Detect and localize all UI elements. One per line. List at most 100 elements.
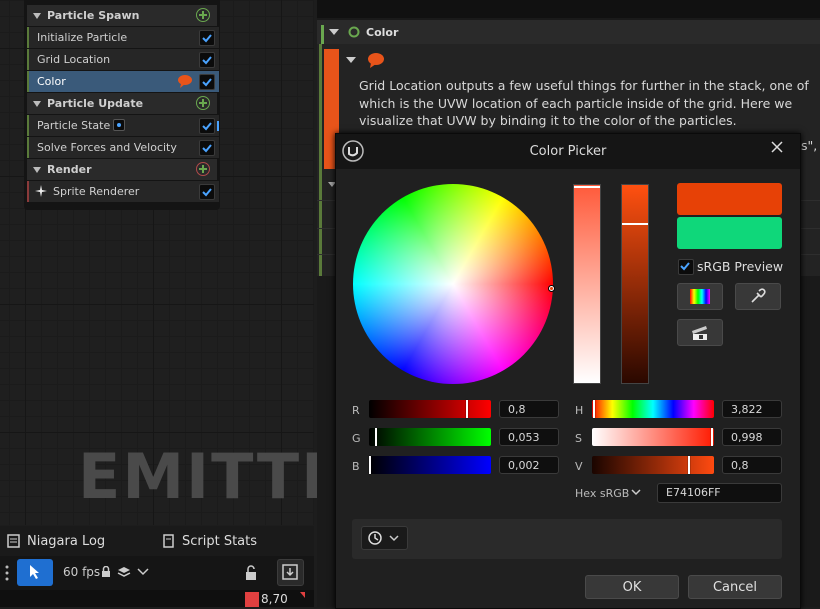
- eyedropper-button[interactable]: [735, 283, 781, 310]
- emitter-node: Particle Spawn Initialize Particle Grid …: [24, 0, 220, 210]
- collapse-arrow-icon[interactable]: [33, 101, 41, 107]
- slider-marker[interactable]: [688, 456, 690, 474]
- block-accent-lower: [319, 178, 322, 276]
- tab-script-stats[interactable]: Script Stats: [182, 534, 257, 549]
- enable-checkbox[interactable]: [199, 52, 215, 68]
- collapse-arrow-icon[interactable]: [33, 167, 41, 173]
- module-label: Grid Location: [37, 53, 111, 66]
- value-slider[interactable]: [621, 184, 649, 384]
- section-color-header[interactable]: Color: [317, 20, 820, 44]
- saturation-field-slider[interactable]: [592, 428, 714, 446]
- check-icon: [202, 56, 212, 65]
- color-theme-icon: [692, 326, 707, 340]
- eyedropper-icon: [751, 288, 766, 303]
- old-color-swatch[interactable]: [677, 217, 782, 249]
- dialog-title-bar[interactable]: Color Picker: [336, 134, 800, 169]
- enable-checkbox[interactable]: [199, 74, 215, 90]
- recent-colors-panel: [352, 519, 782, 559]
- comment-icon[interactable]: [177, 74, 193, 88]
- red-slider[interactable]: [369, 400, 491, 418]
- comment-icon: [368, 53, 384, 68]
- v-label: V: [575, 460, 583, 473]
- options-menu-icon[interactable]: [4, 564, 10, 582]
- collapse-arrow-icon[interactable]: [329, 29, 339, 36]
- green-field[interactable]: 0,053: [499, 428, 559, 446]
- value-field[interactable]: 0,8: [722, 456, 782, 474]
- section-particle-spawn[interactable]: Particle Spawn: [27, 5, 217, 26]
- saturation-marker[interactable]: [574, 186, 600, 188]
- value-field-slider[interactable]: [592, 456, 714, 474]
- module-particle-state[interactable]: Particle State: [27, 115, 219, 136]
- g-label: G: [352, 432, 361, 445]
- collapse-arrow-icon[interactable]: [346, 57, 356, 64]
- slider-marker[interactable]: [711, 428, 713, 446]
- sprite-icon: [35, 185, 47, 197]
- add-renderer-icon[interactable]: [196, 162, 210, 176]
- b-label: B: [352, 460, 360, 473]
- chevron-down-icon[interactable]: [631, 489, 641, 496]
- enable-checkbox[interactable]: [199, 140, 215, 156]
- saturation-slider[interactable]: [573, 184, 601, 384]
- module-initialize-particle[interactable]: Initialize Particle: [27, 27, 219, 48]
- section-particle-update[interactable]: Particle Update: [27, 93, 217, 114]
- download-icon: [282, 564, 298, 580]
- color-picker-dialog: Color Picker sRGB Preview R 0,8 G 0,053 …: [335, 133, 801, 609]
- blue-field[interactable]: 0,002: [499, 456, 559, 474]
- module-status-icon: [348, 26, 360, 38]
- enable-checkbox[interactable]: [199, 118, 215, 134]
- module-solve-forces[interactable]: Solve Forces and Velocity: [27, 137, 219, 158]
- hex-mode-label[interactable]: Hex sRGB: [575, 487, 629, 500]
- red-field[interactable]: 0,8: [499, 400, 559, 418]
- color-wheel[interactable]: [353, 184, 553, 384]
- enable-checkbox[interactable]: [199, 30, 215, 46]
- saturation-field[interactable]: 0,998: [722, 428, 782, 446]
- ok-button[interactable]: OK: [585, 575, 679, 599]
- module-label: Solve Forces and Velocity: [37, 141, 177, 154]
- module-grid-location[interactable]: Grid Location: [27, 49, 219, 70]
- slider-marker[interactable]: [375, 428, 377, 446]
- module-label: Color: [37, 75, 66, 88]
- stat-color-swatch: [245, 592, 259, 607]
- value-marker[interactable]: [622, 223, 648, 225]
- collapse-arrow-icon[interactable]: [33, 13, 41, 19]
- hue-slider[interactable]: [592, 400, 714, 418]
- color-spectrum-button[interactable]: [677, 283, 723, 310]
- hex-field[interactable]: E74106FF: [657, 483, 782, 503]
- srgb-preview-checkbox[interactable]: [678, 259, 694, 275]
- color-wheel-selector[interactable]: [548, 285, 555, 292]
- srgb-preview-label: sRGB Preview: [697, 259, 784, 274]
- download-button[interactable]: [277, 559, 304, 586]
- module-sprite-renderer[interactable]: Sprite Renderer: [27, 181, 219, 202]
- select-mode-button[interactable]: [17, 559, 53, 586]
- lock-icon[interactable]: [101, 566, 111, 578]
- theme-button[interactable]: [677, 319, 723, 346]
- layers-icon[interactable]: [117, 566, 131, 578]
- new-color-swatch: [677, 183, 782, 215]
- comment-text: Grid Location outputs a few useful thing…: [359, 78, 809, 128]
- history-dropdown[interactable]: [361, 526, 408, 550]
- slider-marker[interactable]: [369, 456, 371, 474]
- module-color[interactable]: Color: [27, 71, 219, 92]
- check-icon: [680, 262, 690, 271]
- slider-marker[interactable]: [466, 400, 468, 418]
- check-icon: [202, 144, 212, 153]
- spectrum-icon: [690, 289, 710, 304]
- tab-niagara-log[interactable]: Niagara Log: [27, 534, 105, 549]
- check-icon: [202, 78, 212, 87]
- clock-icon: [368, 531, 382, 545]
- unlock-icon[interactable]: [243, 565, 259, 581]
- close-icon[interactable]: [770, 140, 784, 154]
- add-module-icon[interactable]: [196, 96, 210, 110]
- log-icon: [7, 534, 20, 548]
- blue-slider[interactable]: [369, 456, 491, 474]
- section-render[interactable]: Render: [27, 159, 217, 180]
- hue-field[interactable]: 3,822: [722, 400, 782, 418]
- chevron-down-icon[interactable]: [137, 568, 149, 576]
- enable-checkbox[interactable]: [199, 184, 215, 200]
- slider-marker[interactable]: [593, 400, 595, 418]
- search-bar[interactable]: [317, 0, 820, 18]
- bottom-tab-bar: Niagara Log Script Stats: [0, 526, 314, 556]
- add-module-icon[interactable]: [196, 8, 210, 22]
- green-slider[interactable]: [369, 428, 491, 446]
- cancel-button[interactable]: Cancel: [688, 575, 782, 599]
